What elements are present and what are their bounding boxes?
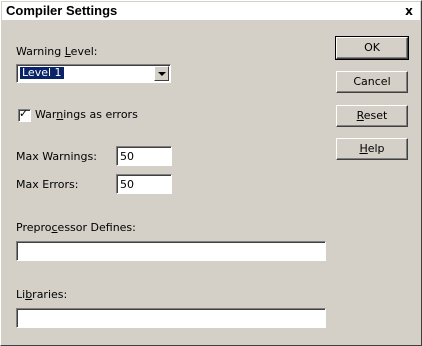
reset-button[interactable]: Reset	[336, 105, 408, 127]
warning-level-selected-value: Level 1	[19, 66, 65, 80]
libraries-label: Libraries:	[16, 288, 67, 301]
preprocessor-defines-input[interactable]	[16, 241, 326, 261]
max-warnings-label: Max Warnings:	[16, 150, 97, 163]
reset-button-accel: R	[356, 109, 364, 122]
cancel-button[interactable]: Cancel	[336, 71, 408, 93]
preprocessor-defines-label-post: essor Defines:	[57, 221, 136, 234]
help-button-rest: elp	[367, 142, 385, 155]
warning-level-label-pre: Warning	[16, 45, 65, 58]
libraries-input[interactable]	[16, 308, 326, 328]
preprocessor-defines-label-pre: Prepro	[16, 221, 52, 234]
warnings-as-errors-label[interactable]: Warnings as errors	[35, 108, 138, 121]
window-title: Compiler Settings	[6, 3, 118, 18]
chevron-down-icon	[158, 72, 166, 76]
libraries-label-post: raries:	[32, 288, 68, 301]
help-button[interactable]: Help	[336, 138, 408, 160]
warning-level-label-post: evel:	[70, 45, 98, 58]
compiler-settings-dialog: Compiler Settings x Warning Level: Level…	[0, 0, 422, 346]
warnings-as-errors-label-pre: War	[35, 108, 57, 121]
checkmark-icon: ✓	[19, 107, 29, 120]
warnings-as-errors-checkbox[interactable]: ✓	[18, 107, 31, 122]
reset-button-rest: eset	[363, 109, 388, 122]
dropdown-arrow-button[interactable]	[154, 66, 169, 81]
close-icon[interactable]: x	[402, 3, 416, 19]
preprocessor-defines-label: Preprocessor Defines:	[16, 221, 136, 234]
warning-level-label: Warning Level:	[16, 45, 97, 58]
ok-button[interactable]: OK	[335, 36, 409, 60]
warnings-as-errors-label-post: ings as errors	[63, 108, 138, 121]
max-warnings-input[interactable]	[116, 146, 172, 166]
libraries-label-pre: Li	[16, 288, 26, 301]
warning-level-dropdown[interactable]: Level 1	[16, 64, 171, 83]
max-errors-input[interactable]	[116, 174, 172, 194]
max-errors-label: Max Errors:	[16, 178, 79, 191]
help-button-accel: H	[359, 142, 368, 155]
title-bar[interactable]: Compiler Settings x	[2, 2, 420, 20]
